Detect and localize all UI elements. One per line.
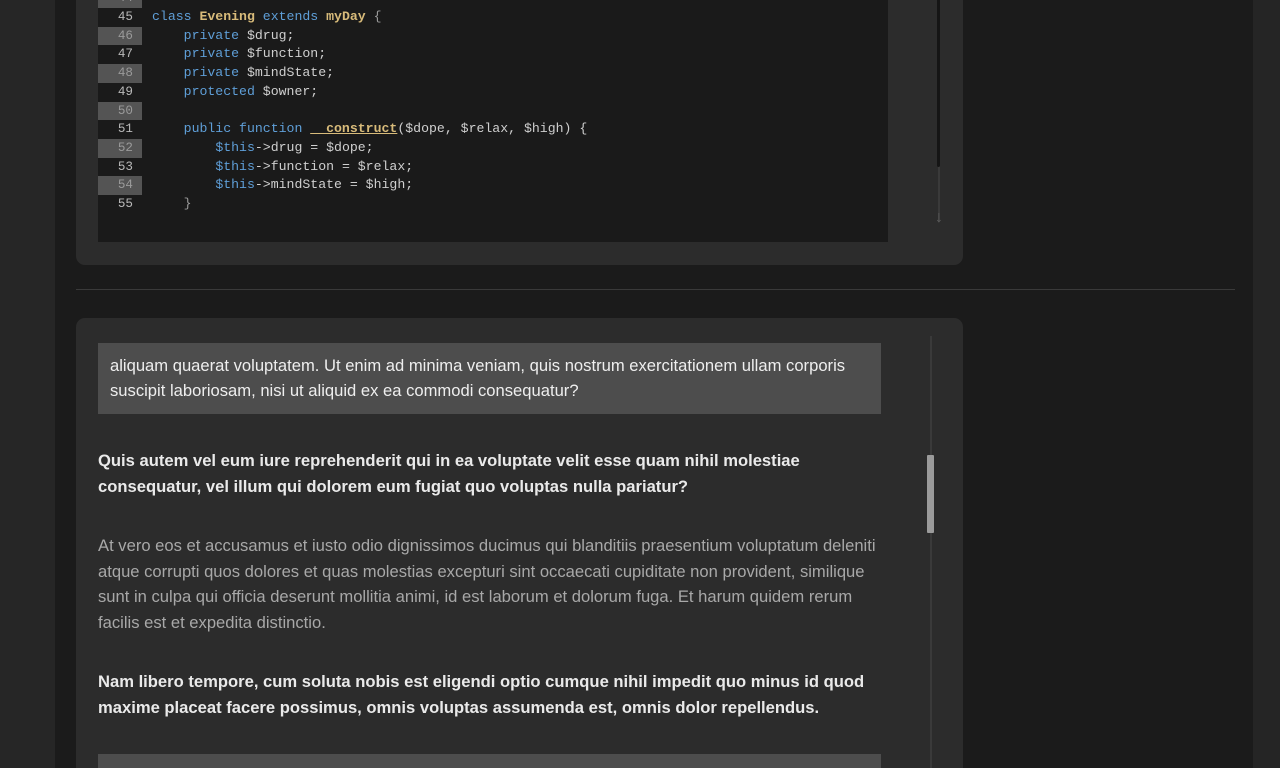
code-token: $owner; [254,83,319,99]
line-number: 50 [98,101,142,121]
code-line-source: private $mindState; [142,64,334,83]
quote-block-primary: aliquam quaerat voluptatem. Ut enim ad m… [98,343,881,414]
line-number: 46 [98,26,142,46]
code-editor[interactable]: 42 }43}4445class Evening extends myDay {… [98,0,888,242]
code-line: 53 $this->function = $relax; [98,157,888,177]
line-number: 49 [98,82,142,102]
code-line-source: $this->function = $relax; [142,158,413,177]
code-line-source: public function __construct($dope, $rela… [142,120,588,139]
quote-block-secondary [98,754,881,768]
code-panel: 42 }43}4445class Evening extends myDay {… [76,0,963,265]
code-scrollbar[interactable]: ↓ [927,0,951,242]
code-token: $this [215,158,255,174]
code-token: Evening [199,9,255,25]
code-token: $mindState; [239,65,335,81]
code-line: 55 } [98,194,888,214]
line-number: 44 [98,0,142,9]
code-token: $drug; [239,27,295,43]
text-panel: aliquam quaerat voluptatem. Ut enim ad m… [76,318,963,768]
code-line: 44 [98,0,888,9]
code-line: 49 protected $owner; [98,82,888,102]
section-divider [76,289,1235,290]
paragraph-question: Quis autem vel eum iure reprehenderit qu… [98,451,800,496]
text-content: aliquam quaerat voluptatem. Ut enim ad m… [98,343,905,768]
page-root: 42 }43}4445class Evening extends myDay {… [0,0,1280,768]
code-line-source [142,102,152,121]
code-token: ->function = $relax; [254,158,414,174]
line-number: 51 [98,120,142,139]
right-rail [1253,0,1280,768]
code-token: $this [215,177,255,193]
text-scrollbar-thumb[interactable] [927,455,934,533]
line-number: 47 [98,45,142,65]
code-line-source: private $drug; [142,27,295,46]
code-line-source: private $function; [142,45,326,64]
code-token: ($dope, $relax, $high) { [397,121,588,137]
line-number: 55 [98,194,142,214]
code-token: } [152,195,192,211]
code-token: { [365,9,382,25]
line-number: 53 [98,157,142,177]
code-token: private [183,46,240,62]
code-line: 48 private $mindState; [98,64,888,83]
code-line-source: $this->mindState = $high; [142,176,413,195]
code-token: myDay [326,9,366,25]
code-line: 50 [98,101,888,121]
code-line-source: protected $owner; [142,83,319,102]
code-token: class [152,9,200,25]
code-line-source: class Evening extends myDay { [142,8,382,27]
code-line: 45 class Evening extends myDay { [98,8,888,27]
code-token: private [183,27,240,43]
code-token: ->drug = $dope; [254,139,374,155]
code-line-source: $this->drug = $dope; [142,139,374,158]
code-scrollbar-thumb[interactable] [937,0,940,167]
code-token: protected [183,83,255,99]
arrow-down-icon[interactable]: ↓ [931,208,947,228]
code-line-source [142,0,152,8]
left-rail [0,0,55,768]
line-number: 45 [98,8,142,27]
code-line: 46 private $drug; [98,26,888,46]
line-number: 48 [98,64,142,83]
code-line: 52 $this->drug = $dope; [98,138,888,158]
code-line: 51 public function __construct($dope, $r… [98,120,888,139]
paragraph-body: At vero eos et accusamus et iusto odio d… [98,536,876,632]
line-number: 52 [98,138,142,158]
line-number: 54 [98,176,142,195]
code-lines: 42 }43}4445class Evening extends myDay {… [98,0,888,214]
text-scrollbar-track[interactable] [930,336,932,768]
code-token: private [183,65,240,81]
paragraph-closing: Nam libero tempore, cum soluta nobis est… [98,672,865,717]
text-scrollbar[interactable] [920,318,942,768]
code-token: $this [215,139,255,155]
code-token: $function; [239,46,327,62]
code-token: __construct [310,121,398,137]
code-token: public function [183,121,311,137]
code-line: 54 $this->mindState = $high; [98,176,888,195]
code-token: ->mindState = $high; [254,177,414,193]
code-line-source: } [142,195,192,214]
code-token: extends [254,9,327,25]
code-line: 47 private $function; [98,45,888,65]
